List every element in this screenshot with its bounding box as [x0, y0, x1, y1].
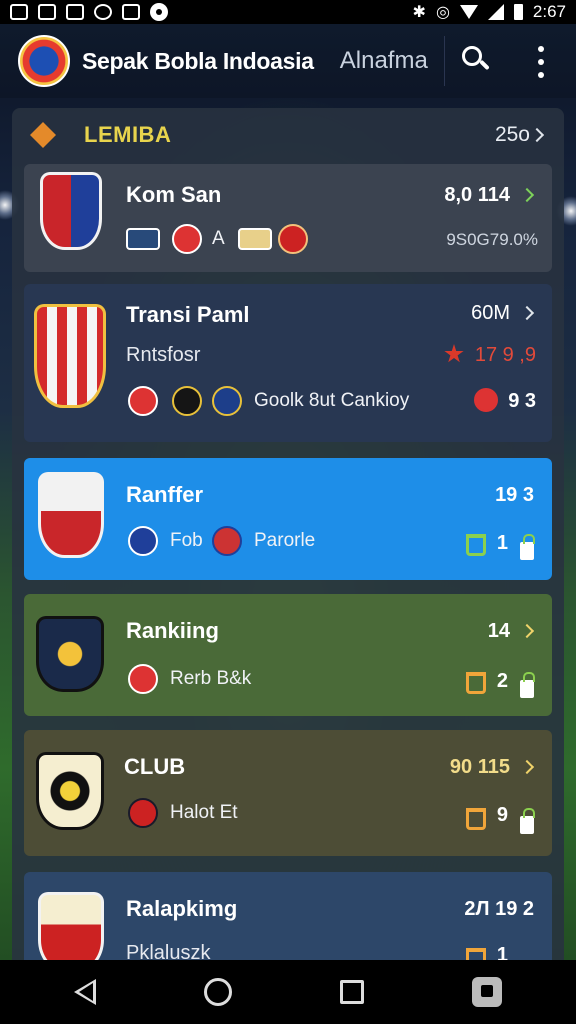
- team-count: 2: [496, 670, 508, 692]
- team-card-selected[interactable]: Ranffer 19 3 Fob Parorle 1: [24, 458, 552, 580]
- team-name: Ralapkimg: [126, 896, 238, 921]
- team-card[interactable]: Transi Paml 60M Rntsfosr 17 9 ,9 Goolk 8…: [24, 284, 552, 442]
- app-logo: [18, 35, 70, 87]
- team-stat: 9S0G79.0%: [446, 230, 538, 249]
- league-panel: LEMIBA 25o Kom San 8,0 114 A 9S0G79.0% T…: [12, 108, 564, 968]
- team-name: Ranffer: [126, 482, 204, 507]
- app-title: Sepak Bobla Indoasia: [82, 47, 314, 74]
- back-icon[interactable]: [74, 979, 96, 1005]
- team-card[interactable]: Kom San 8,0 114 A 9S0G79.0%: [24, 164, 552, 272]
- wifi-icon: [459, 5, 478, 19]
- team-score: 90 115: [449, 756, 510, 778]
- chevron-right-icon: [519, 759, 535, 775]
- lock-icon: [520, 808, 535, 834]
- club-icon: [128, 798, 158, 828]
- keyboard-icon[interactable]: [472, 977, 502, 1007]
- team-tag: Parorle: [254, 530, 316, 551]
- star-icon: [444, 344, 464, 363]
- chevron-right-icon: [519, 305, 535, 321]
- team-card[interactable]: Rankiing 14 Rerb B&k 2: [24, 594, 552, 716]
- chevron-right-icon: [519, 187, 535, 203]
- team-tag: Rerb B&k: [170, 668, 252, 689]
- delete-icon[interactable]: [466, 808, 486, 830]
- team-name: Rankiing: [126, 618, 219, 643]
- delete-icon[interactable]: [466, 672, 486, 694]
- team-crest: [38, 472, 104, 558]
- search-button[interactable]: [460, 44, 494, 78]
- team-crest: [36, 752, 104, 830]
- club-icon: [128, 664, 158, 694]
- badge-icon: [126, 228, 160, 250]
- app-subtitle[interactable]: Alnafma: [340, 47, 428, 75]
- team-count: 1: [496, 532, 508, 554]
- team-score: 2Л 19 2: [464, 898, 534, 920]
- system-nav-bar: [0, 960, 576, 1024]
- club-icon: [172, 224, 202, 254]
- team-tag: Fob: [170, 530, 203, 551]
- battery-icon: [513, 4, 523, 20]
- chevron-right-icon: [519, 623, 535, 639]
- alert-icon: [474, 388, 498, 412]
- team-tag: Halot Et: [170, 802, 238, 823]
- lock-icon: [520, 672, 535, 698]
- photo-icon: [122, 4, 140, 20]
- league-icon: [30, 122, 56, 148]
- team-crest: [34, 304, 106, 408]
- delete-icon[interactable]: [466, 534, 486, 556]
- team-subtitle: Rntsfosr: [126, 344, 201, 366]
- team-score: 19 3: [495, 484, 534, 506]
- lock-icon: [520, 534, 535, 560]
- team-score: 60M: [471, 302, 510, 324]
- league-count: 25o: [494, 123, 530, 146]
- club-icon: [128, 386, 158, 416]
- signal-icon: [487, 4, 504, 20]
- team-crest: [38, 892, 104, 968]
- club-icon: [128, 526, 158, 556]
- team-name: Transi Paml: [126, 302, 250, 327]
- overflow-menu-button[interactable]: [534, 46, 548, 78]
- team-score: 14: [487, 620, 510, 642]
- club-icon: [212, 386, 242, 416]
- app-bar: Sepak Bobla Indoasia Alnafma: [0, 24, 576, 98]
- club-icon: [172, 386, 202, 416]
- league-title: LEMIBA: [84, 122, 172, 147]
- chevron-right-icon: [529, 127, 545, 143]
- team-rating: 17 9 ,9: [474, 344, 536, 366]
- club-icon: [238, 228, 272, 250]
- team-score: 8,0 114: [444, 184, 510, 206]
- clock: 2:67: [532, 2, 566, 21]
- image-icon: [38, 4, 56, 20]
- sync-icon: [94, 4, 112, 20]
- league-header[interactable]: LEMIBA 25o: [12, 108, 564, 162]
- team-crest: [40, 172, 102, 250]
- mail-icon: [66, 4, 84, 20]
- team-detail: A: [212, 228, 225, 249]
- team-card[interactable]: Ralapkimg 2Л 19 2 Pklaluszk 1: [24, 872, 552, 968]
- club-icon: [212, 526, 242, 556]
- player-icon: [278, 224, 308, 254]
- team-card[interactable]: CLUB 90 115 Halot Et 9: [24, 730, 552, 856]
- divider: [443, 36, 445, 86]
- recent-apps-icon[interactable]: [340, 980, 364, 1004]
- notification-icon: [10, 4, 28, 20]
- alarm-icon: ◎: [435, 4, 450, 21]
- home-icon[interactable]: [204, 978, 232, 1006]
- record-icon: [150, 3, 168, 21]
- bluetooth-icon: ✱: [412, 4, 426, 21]
- team-crest: [36, 616, 104, 692]
- team-count: 9 3: [508, 390, 536, 412]
- team-name: Kom San: [126, 182, 222, 207]
- team-detail: Goolk 8ut Cankioy: [254, 390, 410, 411]
- team-name: CLUB: [124, 754, 186, 779]
- team-count: 9: [496, 804, 508, 826]
- status-bar: ✱ ◎ 2:67: [0, 0, 576, 24]
